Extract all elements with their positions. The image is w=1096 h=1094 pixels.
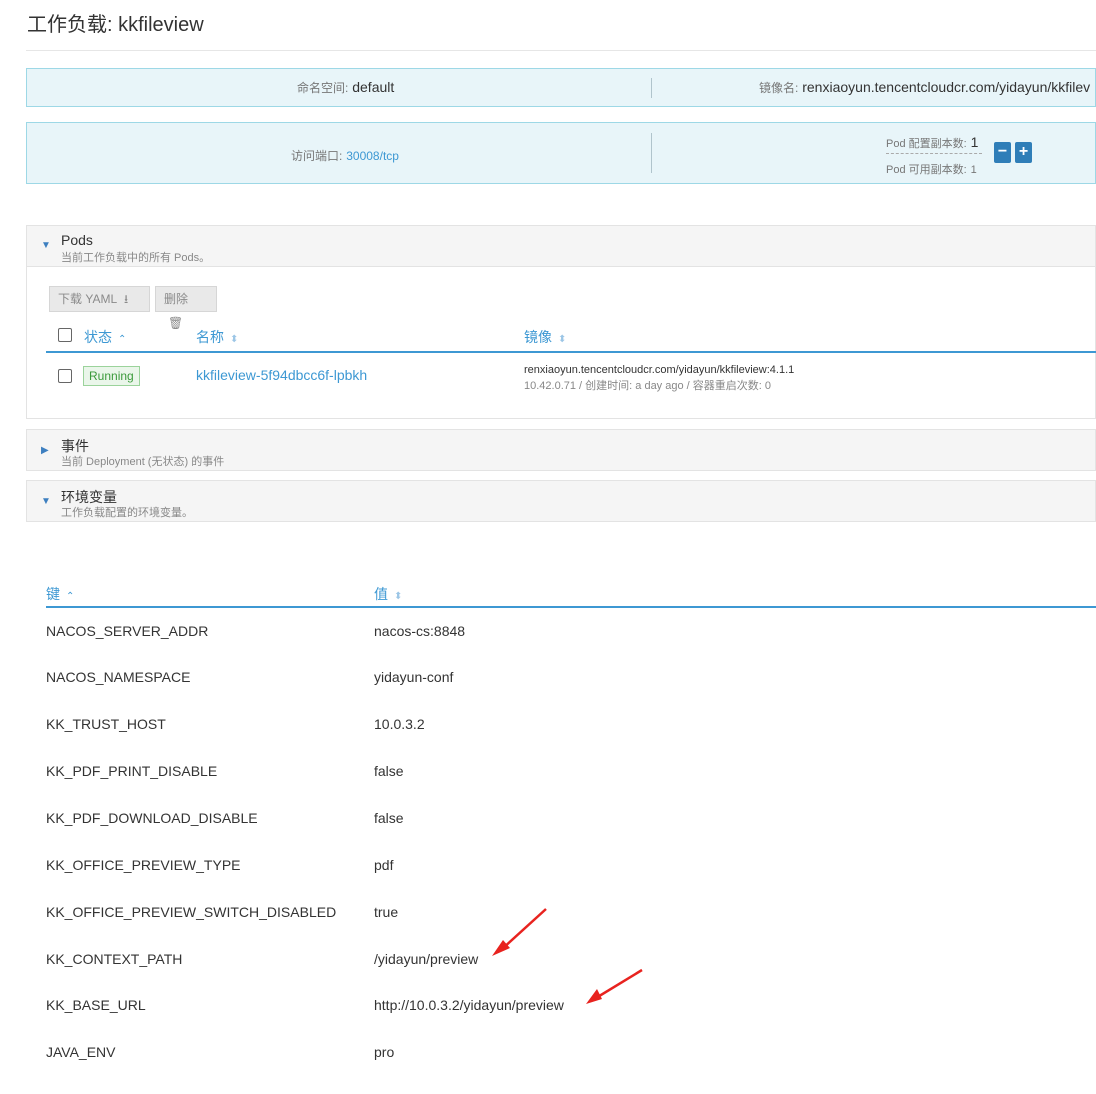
annotation-arrows	[492, 908, 643, 1004]
annotation-arrow-base-url	[586, 968, 643, 1004]
annotation-arrow-context-path	[492, 908, 547, 956]
